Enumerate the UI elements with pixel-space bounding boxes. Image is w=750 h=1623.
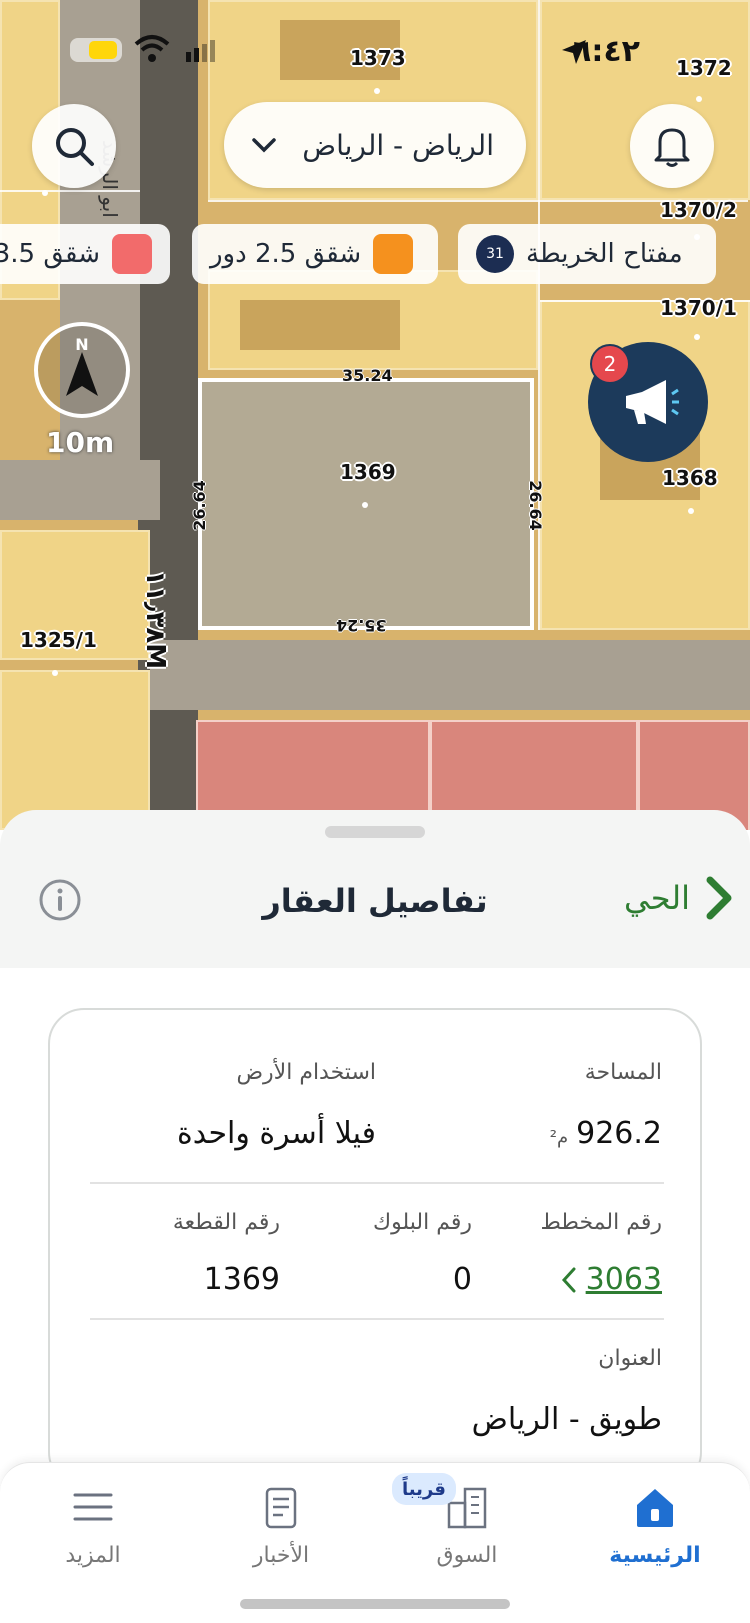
nav-more[interactable]: المزيد xyxy=(18,1485,168,1585)
divider xyxy=(90,1182,664,1184)
nav-more-label: المزيد xyxy=(65,1543,121,1568)
nav-home[interactable]: الرئيسية xyxy=(580,1485,730,1585)
legend-swatch-red xyxy=(112,234,152,274)
parcel-number: 1325/1 xyxy=(20,628,97,652)
address-label: العنوان xyxy=(598,1346,662,1371)
building xyxy=(0,670,150,830)
parcel-number: 1370/2 xyxy=(660,198,737,222)
parcel-dot xyxy=(362,502,368,508)
divider xyxy=(90,1318,664,1320)
parcel-dot xyxy=(696,96,702,102)
menu-icon xyxy=(73,1493,113,1521)
block-number-value: 0 xyxy=(452,1262,472,1297)
svg-text:N: N xyxy=(75,335,88,354)
road-width-label: ١١٫٣٨M xyxy=(140,570,170,670)
chevron-right-icon xyxy=(706,876,732,920)
details-card: المساحة م² 926.2 استخدام الأرض فيلا أسرة… xyxy=(48,1008,702,1488)
plan-number-value: 3063 xyxy=(585,1262,662,1297)
map-key-label: مفتاح الخريطة xyxy=(526,239,683,269)
district-link[interactable]: الحي xyxy=(624,876,734,920)
parcel-number-value: 1369 xyxy=(203,1262,280,1297)
parcel-number-label: رقم القطعة xyxy=(172,1210,280,1235)
parcel-dim-top: 35.24 xyxy=(342,366,393,385)
legend-chip-apartments-2-5[interactable]: شقق 2.5 دور xyxy=(192,224,438,284)
area-value: م² 926.2 xyxy=(550,1116,662,1151)
wifi-icon xyxy=(134,34,170,68)
city-select-label: الرياض - الرياض xyxy=(302,128,494,162)
chevron-down-icon xyxy=(252,138,276,153)
parcel-number: 1372 xyxy=(676,56,732,80)
battery-icon xyxy=(70,38,122,62)
nav-market-label: السوق xyxy=(436,1543,498,1568)
bottom-navigation: الرئيسية السوق قريباً الأخبار المزيد xyxy=(0,1462,750,1623)
sheet-header: تفاصيل العقار الحي xyxy=(0,860,750,960)
area-label: المساحة xyxy=(584,1060,662,1085)
home-icon xyxy=(637,1489,673,1527)
block-number-label: رقم البلوك xyxy=(372,1210,472,1235)
parcel-dot xyxy=(688,508,694,514)
north-arrow-icon: N xyxy=(66,335,98,396)
legend-chip-apartments-3-5[interactable]: شقق 3.5 xyxy=(0,224,170,284)
search-icon xyxy=(56,128,94,166)
land-use-value: فيلا أسرة واحدة xyxy=(177,1116,376,1151)
city-select[interactable]: الرياض - الرياض xyxy=(224,102,526,188)
notifications-button[interactable] xyxy=(630,104,714,188)
coming-soon-badge: قريباً xyxy=(392,1473,456,1505)
announcements-count-badge: 2 xyxy=(590,344,630,384)
legend-chip-label: شقق 2.5 دور xyxy=(210,239,362,269)
parcel-number: 1373 xyxy=(350,46,406,70)
map-view[interactable]: 35.24 35.24 26.64 26.64 1373 1372 1370/2… xyxy=(0,0,750,830)
parcel-dot xyxy=(52,670,58,676)
parcel-number: 1370/1 xyxy=(660,296,737,320)
parcel-number: 1368 xyxy=(662,466,718,490)
district-link-label: الحي xyxy=(624,879,690,917)
land-use-label: استخدام الأرض xyxy=(236,1060,376,1085)
building-shadow xyxy=(240,300,400,350)
status-time: ٦:٤٢ xyxy=(573,34,640,69)
legend-chip-label: شقق 3.5 xyxy=(0,239,100,269)
sheet-drag-handle[interactable] xyxy=(325,826,425,838)
news-icon xyxy=(265,1487,297,1529)
bell-icon xyxy=(654,128,690,167)
parcel-dot xyxy=(42,190,48,196)
parcel-dim-right: 26.64 xyxy=(525,480,545,531)
megaphone-icon xyxy=(626,380,679,424)
signal-icon xyxy=(186,40,216,66)
plan-number-label: رقم المخطط xyxy=(540,1210,662,1235)
parcel-dot xyxy=(374,88,380,94)
home-indicator xyxy=(240,1599,510,1609)
legend-swatch-orange xyxy=(373,234,414,274)
parcel-dot xyxy=(694,334,700,340)
map-key-button[interactable]: 31 مفتاح الخريطة xyxy=(458,224,716,284)
nav-news[interactable]: الأخبار xyxy=(206,1485,356,1585)
parcel-dim-bottom: 35.24 xyxy=(336,616,387,635)
property-line xyxy=(538,0,540,630)
area-number: 926.2 xyxy=(576,1116,662,1151)
map-scale-label: 10m xyxy=(46,426,115,459)
compass-button[interactable]: N xyxy=(34,322,130,418)
side-road xyxy=(0,460,160,520)
parcel-number-selected: 1369 xyxy=(340,460,396,484)
search-button[interactable] xyxy=(32,104,116,188)
chevron-left-icon xyxy=(561,1267,576,1292)
nav-news-label: الأخبار xyxy=(252,1543,310,1568)
area-unit: م² xyxy=(549,1127,569,1148)
bottom-road xyxy=(150,640,750,710)
nav-home-label: الرئيسية xyxy=(609,1543,701,1568)
map-key-count-badge: 31 xyxy=(476,235,514,273)
plan-number-link[interactable]: 3063 xyxy=(560,1262,662,1297)
parcel-dim-left: 26.64 xyxy=(189,480,209,531)
address-value: طويق - الرياض xyxy=(471,1402,662,1437)
